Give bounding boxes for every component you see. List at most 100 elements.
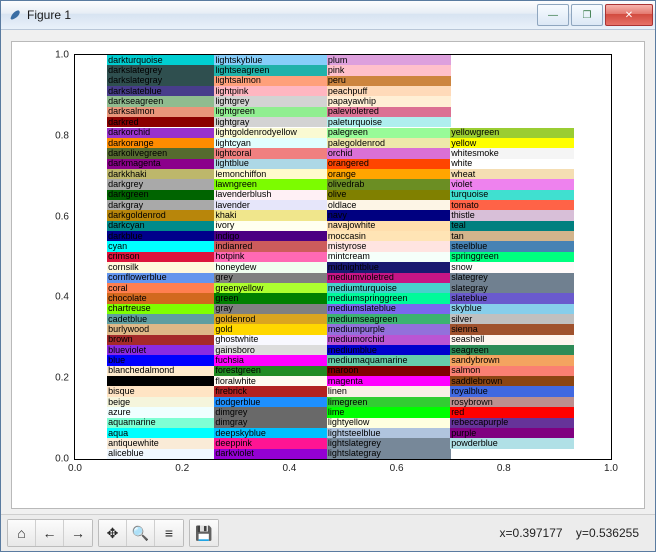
color-swatch: wheat [450,169,574,179]
color-swatch: steelblue [450,241,574,251]
home-icon: ⌂ [17,525,25,541]
color-swatch: darksalmon [107,107,215,117]
color-swatch: lightgrey [214,96,328,106]
color-swatch: slategray [450,283,574,293]
color-swatch: tomato [450,200,574,210]
color-swatch: lightslategray [327,449,451,459]
figure-window: Figure 1 — ❐ ✕ darkturquoiselightskyblue… [0,0,656,552]
color-swatch: peachpuff [327,86,451,96]
color-swatch: darkblue [107,231,215,241]
zoom-button[interactable]: 🔍 [127,520,155,546]
back-button[interactable]: ← [36,520,64,546]
axes: darkturquoiselightskyblueplumdarkslategr… [74,54,612,460]
color-swatch: beige [107,397,215,407]
maximize-button[interactable]: ❐ [571,4,603,26]
color-swatch: pink [327,65,451,75]
color-swatch: palegoldenrod [327,138,451,148]
close-button[interactable]: ✕ [605,4,653,26]
color-swatch: darkturquoise [107,55,215,65]
color-swatch: crimson [107,252,215,262]
color-swatch: deepskyblue [214,428,328,438]
x-tick: 0.6 [390,463,404,474]
color-swatch: olivedrab [327,179,451,189]
minimize-button[interactable]: — [537,4,569,26]
color-swatch: lightpink [214,86,328,96]
sliders-icon: ≡ [165,525,173,541]
color-swatch: navajowhite [327,221,451,231]
color-swatch: salmon [450,366,574,376]
color-swatch: lightcyan [214,138,328,148]
color-swatch: grey [214,273,328,283]
move-icon: ✥ [107,525,119,542]
color-swatch: white [450,159,574,169]
color-swatch: lightseagreen [214,65,328,75]
x-tick: 0.8 [497,463,511,474]
color-swatch: paleturquoise [327,117,451,127]
y-tick: 0.8 [55,130,69,141]
color-swatch: aliceblue [107,449,215,459]
y-tick: 0.0 [55,454,69,465]
save-button[interactable]: 💾 [190,520,218,546]
color-swatch: springgreen [450,252,574,262]
nav-toolbar: ⌂ ← → ✥ 🔍 ≡ 💾 x=0.397177 y=0.536255 [1,514,655,551]
color-swatch: mediumorchid [327,335,451,345]
color-swatch: linen [327,386,451,396]
color-swatch: mediumturquoise [327,283,451,293]
color-swatch: seagreen [450,345,574,355]
color-swatch: mediumspringgreen [327,293,451,303]
color-swatch: darkorchid [107,128,215,138]
titlebar[interactable]: Figure 1 — ❐ ✕ [1,1,655,30]
pan-button[interactable]: ✥ [99,520,127,546]
color-swatch: sienna [450,324,574,334]
color-swatch: darkolivegreen [107,148,215,158]
color-swatch: whitesmoke [450,148,574,158]
figure-canvas[interactable]: darkturquoiselightskyblueplumdarkslategr… [11,41,645,509]
color-swatch: lightgreen [214,107,328,117]
color-swatch: mediumblue [327,345,451,355]
color-swatch: deeppink [214,438,328,448]
y-tick: 0.2 [55,373,69,384]
color-swatch: lightsalmon [214,76,328,86]
home-button[interactable]: ⌂ [8,520,36,546]
x-tick: 0.4 [282,463,296,474]
color-swatch: plum [327,55,451,65]
color-swatch: cadetblue [107,314,215,324]
color-swatch: lightblue [214,159,328,169]
arrow-left-icon: ← [43,525,57,541]
x-tick: 0.0 [68,463,82,474]
color-swatch: honeydew [214,262,328,272]
color-swatch: rebeccapurple [450,418,574,428]
color-swatch: maroon [327,366,451,376]
color-swatch: fuchsia [214,355,328,365]
color-swatch: orchid [327,148,451,158]
forward-button[interactable]: → [64,520,92,546]
subplots-button[interactable]: ≡ [155,520,183,546]
color-swatch: khaki [214,210,328,220]
color-swatch: lime [327,407,451,417]
zoom-icon: 🔍 [132,525,149,542]
color-swatch: dimgray [214,418,328,428]
color-swatch: antiquewhite [107,438,215,448]
color-swatch: orangered [327,159,451,169]
cursor-coords: x=0.397177 y=0.536255 [500,526,650,540]
color-swatch: darkgray [107,200,215,210]
color-swatch: ghostwhite [214,335,328,345]
color-swatch: oldlace [327,200,451,210]
color-swatch: aquamarine [107,418,215,428]
color-swatch: lavenderblush [214,190,328,200]
color-swatch: rosybrown [450,397,574,407]
color-swatch: slateblue [450,293,574,303]
color-swatch: darkgrey [107,179,215,189]
color-swatch: yellowgreen [450,128,574,138]
color-swatch: darkslategrey [107,65,215,75]
color-swatch: floralwhite [214,376,328,386]
save-icon: 💾 [195,525,212,542]
color-swatch: chartreuse [107,304,215,314]
color-swatch: darkorange [107,138,215,148]
color-swatch: gold [214,324,328,334]
color-swatch: darkcyan [107,221,215,231]
color-swatch: greenyellow [214,283,328,293]
color-swatch: dodgerblue [214,397,328,407]
color-swatch: indigo [214,231,328,241]
color-swatch: darkseagreen [107,96,215,106]
